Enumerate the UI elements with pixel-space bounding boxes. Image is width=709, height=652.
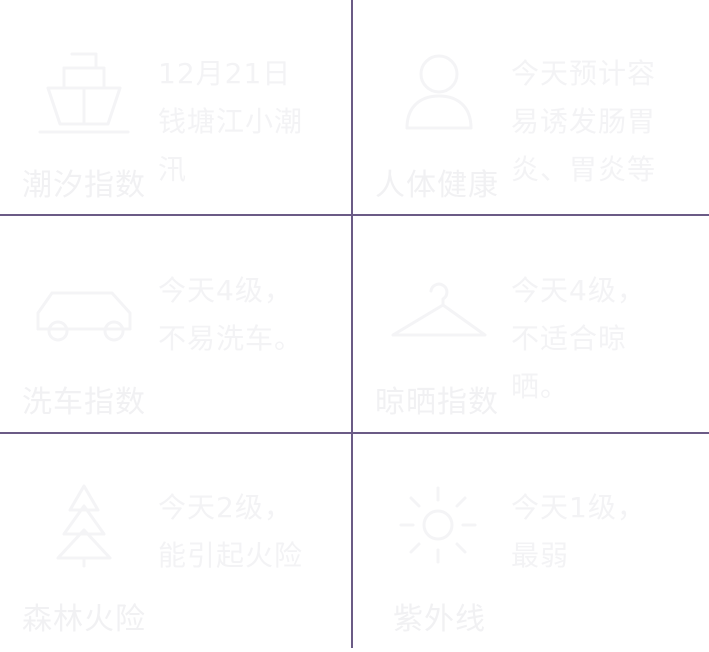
index-label: 森林火险: [22, 602, 146, 637]
index-description: 今天2级，能引起火险: [158, 491, 304, 572]
index-label: 潮汐指数: [22, 168, 146, 203]
life-index-grid: 潮汐指数 12月21日钱塘江小潮汛 人体健康 今天预计容易诱发肠胃炎、胃炎等 洗…: [0, 0, 709, 652]
index-label: 紫外线: [393, 602, 486, 637]
car-icon: [30, 285, 140, 349]
index-cell-tide[interactable]: 潮汐指数 12月21日钱塘江小潮汛: [0, 0, 352, 216]
index-label: 晾晒指数: [375, 385, 499, 420]
tree-icon: [48, 482, 120, 568]
person-icon: [393, 50, 485, 134]
hanger-icon: [387, 277, 491, 343]
ship-icon: [28, 40, 140, 144]
index-cell-health[interactable]: 人体健康 今天预计容易诱发肠胃炎、胃炎等: [353, 0, 705, 216]
index-label: 洗车指数: [22, 385, 146, 420]
index-description: 今天1级，最弱: [511, 491, 646, 572]
index-cell-drying[interactable]: 晾晒指数 今天4级，不适合晾晒。: [353, 217, 705, 433]
index-cell-forest-fire[interactable]: 森林火险 今天2级，能引起火险: [0, 434, 352, 650]
horizontal-divider: [0, 214, 709, 216]
sun-icon: [395, 482, 481, 568]
index-description: 今天4级，不适合晾晒。: [511, 274, 646, 403]
vertical-divider: [351, 0, 353, 648]
index-description: 今天4级，不易洗车。: [158, 274, 304, 355]
index-description: 12月21日钱塘江小潮汛: [158, 57, 304, 186]
index-cell-uv[interactable]: 紫外线 今天1级，最弱: [353, 434, 705, 650]
index-description: 今天预计容易诱发肠胃炎、胃炎等: [511, 57, 657, 186]
horizontal-divider: [0, 432, 709, 434]
index-cell-carwash[interactable]: 洗车指数 今天4级，不易洗车。: [0, 217, 352, 433]
index-label: 人体健康: [375, 168, 499, 203]
